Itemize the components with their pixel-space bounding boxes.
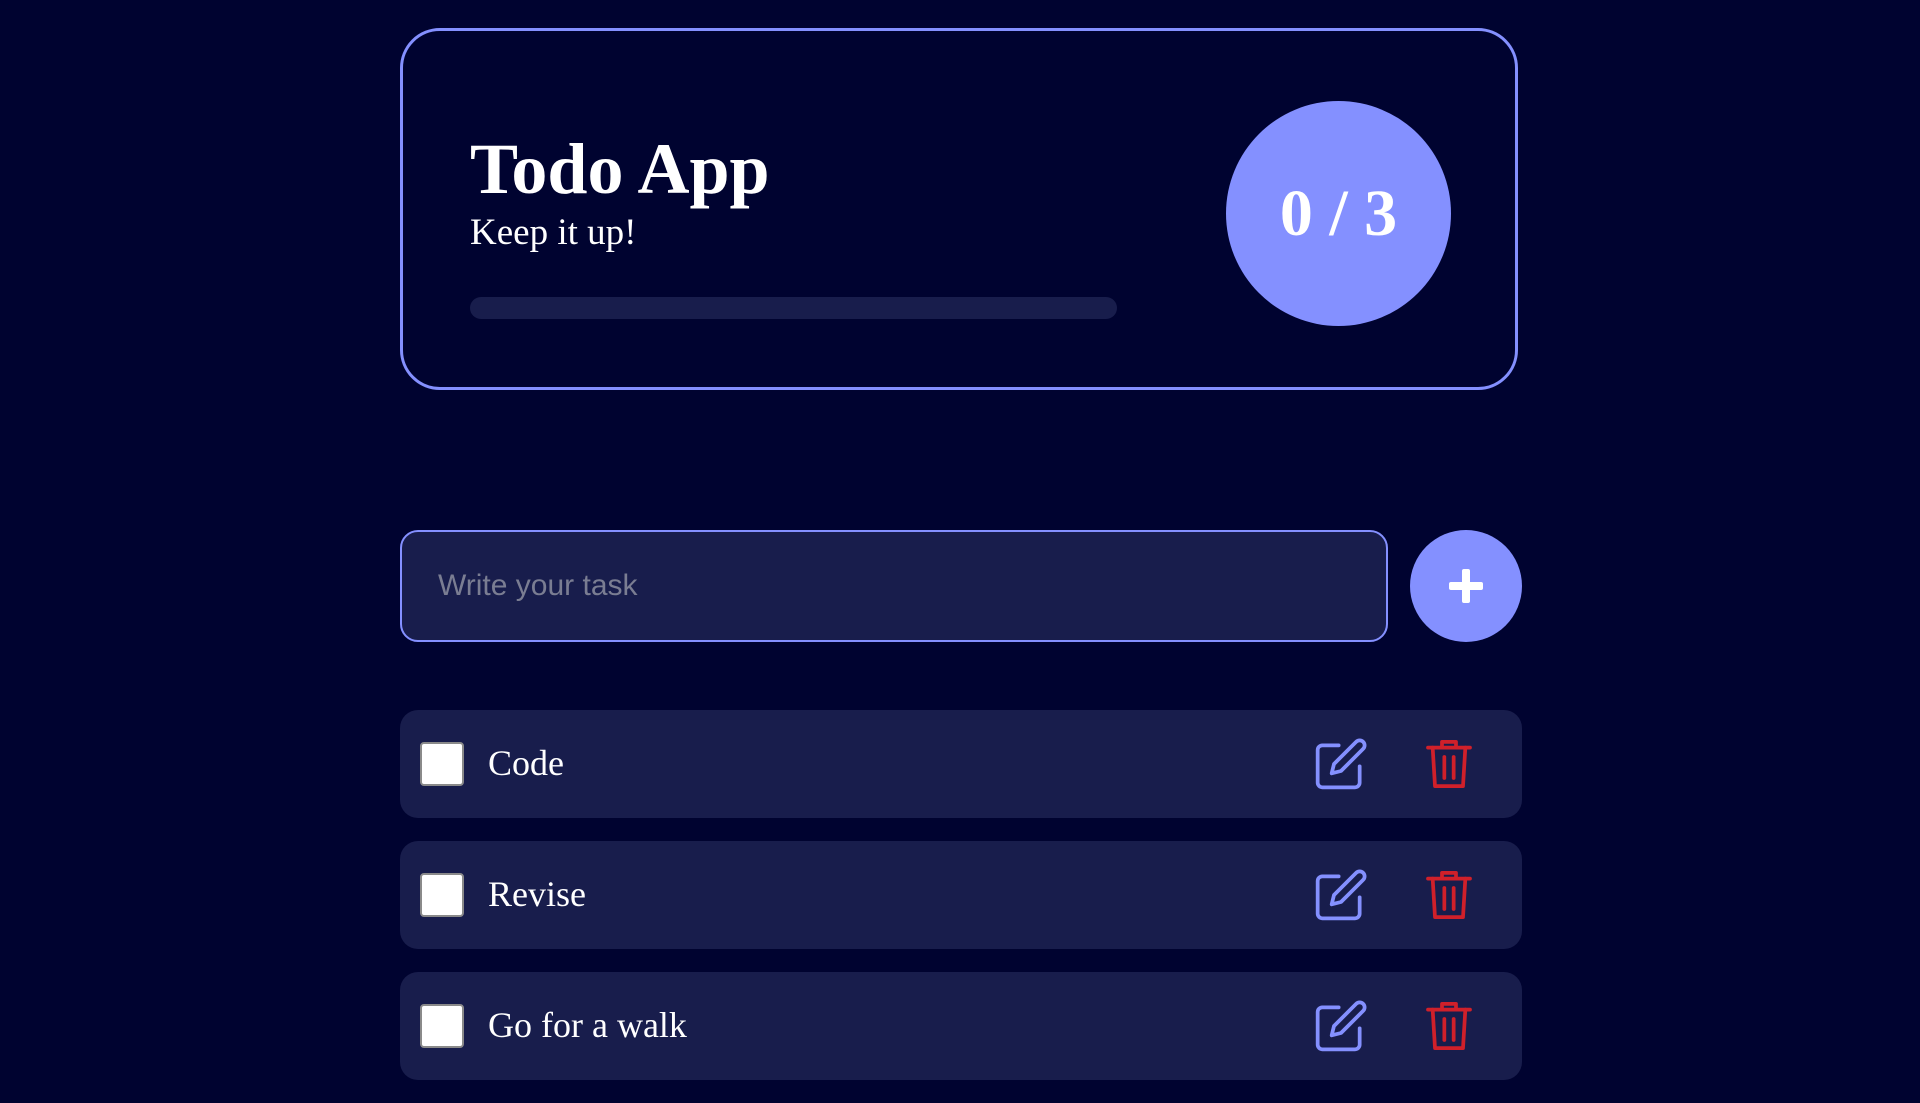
- trash-icon: [1426, 739, 1472, 789]
- todo-item: Go for a walk: [400, 972, 1522, 1080]
- todo-text: Code: [488, 743, 564, 783]
- edit-icon: [1315, 1000, 1367, 1052]
- task-input[interactable]: [400, 530, 1388, 642]
- todo-text: Revise: [488, 874, 586, 914]
- trash-icon: [1426, 870, 1472, 920]
- todo-checkbox[interactable]: [420, 1004, 464, 1048]
- todo-text: Go for a walk: [488, 1005, 687, 1045]
- delete-task-button[interactable]: [1419, 996, 1479, 1056]
- plus-icon: [1449, 569, 1483, 603]
- edit-task-button[interactable]: [1311, 865, 1371, 925]
- todo-item: Revise: [400, 841, 1522, 949]
- todo-checkbox[interactable]: [420, 742, 464, 786]
- task-counter: 0 / 3: [1226, 101, 1451, 326]
- progress-card: Todo App Keep it up! 0 / 3: [400, 28, 1518, 390]
- progress-bar: [470, 297, 1117, 319]
- edit-icon: [1315, 738, 1367, 790]
- page-title: Todo App: [470, 129, 770, 209]
- trash-icon: [1426, 1001, 1472, 1051]
- edit-task-button[interactable]: [1311, 996, 1371, 1056]
- page-subtitle: Keep it up!: [470, 212, 637, 253]
- todo-item: Code: [400, 710, 1522, 818]
- todo-checkbox[interactable]: [420, 873, 464, 917]
- add-task-button[interactable]: [1410, 530, 1522, 642]
- delete-task-button[interactable]: [1419, 734, 1479, 794]
- delete-task-button[interactable]: [1419, 865, 1479, 925]
- edit-icon: [1315, 869, 1367, 921]
- edit-task-button[interactable]: [1311, 734, 1371, 794]
- todo-list: Code Revise Go for a walk: [400, 710, 1522, 1103]
